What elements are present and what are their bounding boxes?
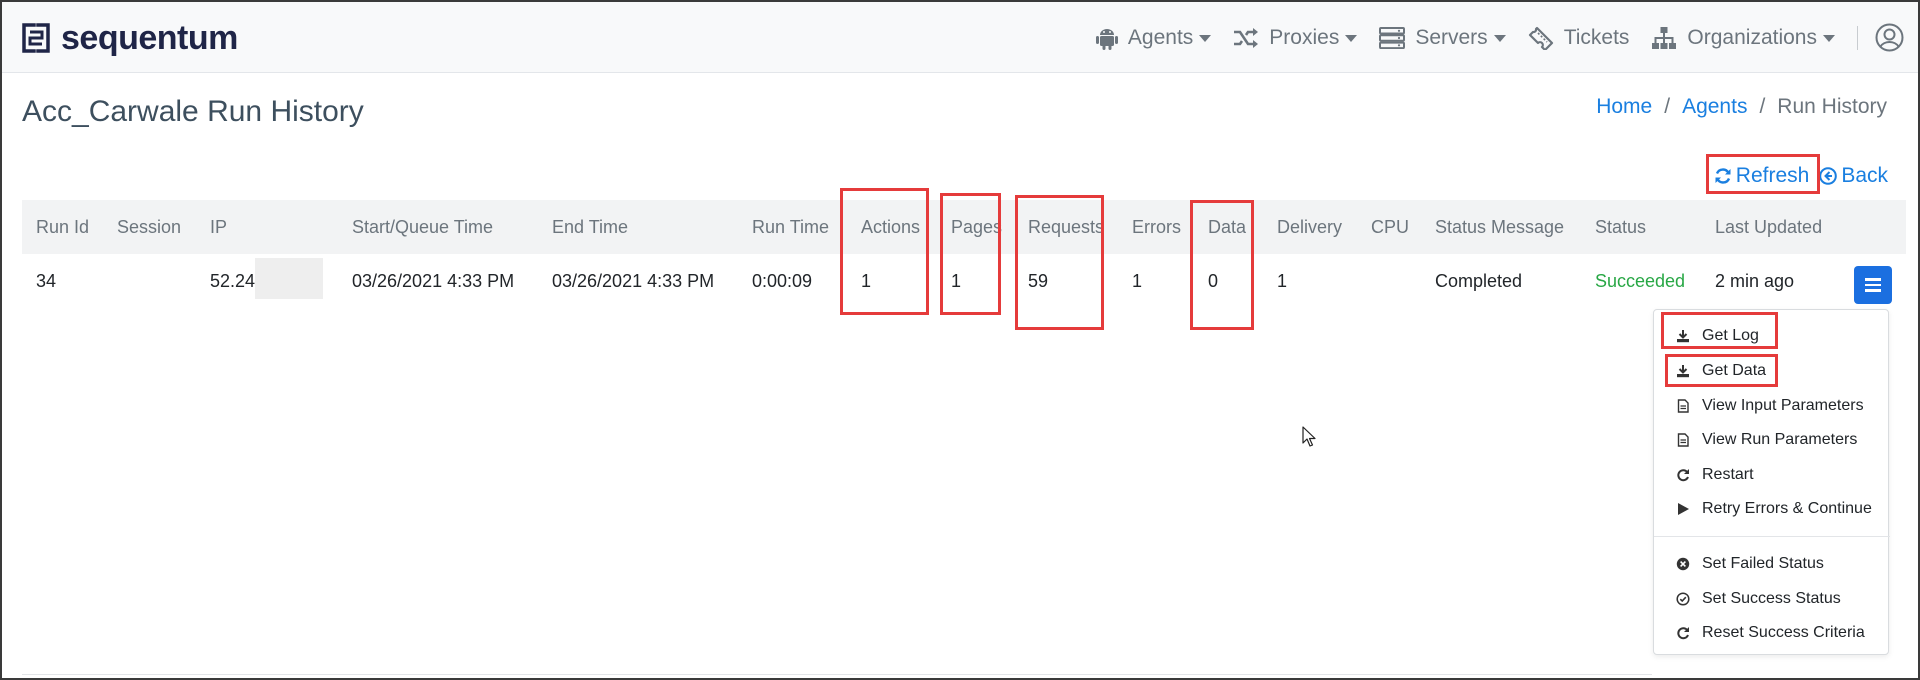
- requests-highlight: [1015, 195, 1104, 330]
- top-navbar: sequentum Agents Proxies Servers Tickets…: [2, 2, 1918, 73]
- menu-view-run-parameters[interactable]: View Run Parameters: [1654, 425, 1890, 455]
- cell-run-time: 0:00:09: [752, 271, 813, 291]
- menu-divider: [1654, 536, 1890, 537]
- cell-end-time: 03/26/2021 4:33 PM: [552, 271, 715, 291]
- user-circle-icon: [1875, 23, 1904, 52]
- nav-organizations[interactable]: Organizations: [1651, 26, 1835, 50]
- sitemap-icon: [1652, 26, 1677, 49]
- menu-reset-success-criteria[interactable]: Reset Success Criteria: [1654, 618, 1890, 648]
- nav-proxies[interactable]: Proxies: [1233, 25, 1358, 50]
- col-cpu[interactable]: CPU: [1371, 200, 1409, 254]
- breadcrumb-current: Run History: [1777, 95, 1887, 118]
- nav-proxies-label: Proxies: [1269, 25, 1340, 49]
- menu-reset-success-criteria-label: Reset Success Criteria: [1702, 624, 1865, 641]
- breadcrumb-agents[interactable]: Agents: [1682, 95, 1747, 119]
- main-nav: Agents Proxies Servers Tickets Organizat…: [1074, 2, 1858, 73]
- col-ip[interactable]: IP: [210, 200, 227, 254]
- user-menu[interactable]: [1875, 23, 1904, 57]
- menu-retry-errors-continue-label: Retry Errors & Continue: [1702, 500, 1872, 517]
- breadcrumb-home[interactable]: Home: [1596, 95, 1652, 119]
- menu-view-input-parameters[interactable]: View Input Parameters: [1654, 391, 1890, 421]
- col-status-message[interactable]: Status Message: [1435, 200, 1564, 254]
- server-icon: [1379, 26, 1406, 49]
- data-highlight: [1190, 200, 1254, 330]
- breadcrumb-separator: /: [1759, 95, 1766, 118]
- chevron-down-icon: [1823, 35, 1835, 42]
- chevron-down-icon: [1199, 35, 1212, 42]
- back-button[interactable]: Back: [1819, 164, 1888, 188]
- cell-errors: 1: [1132, 271, 1143, 291]
- nav-organizations-label: Organizations: [1687, 25, 1817, 49]
- nav-agents-label: Agents: [1127, 25, 1194, 49]
- menu-set-success-status[interactable]: Set Success Status: [1654, 584, 1890, 614]
- hamburger-icon: [1865, 277, 1881, 294]
- menu-restart-label: Restart: [1702, 466, 1754, 483]
- col-end-time[interactable]: End Time: [552, 200, 628, 254]
- file-icon: [1677, 433, 1689, 447]
- brand-name: sequentum: [61, 19, 238, 57]
- back-circle-icon: [1819, 167, 1838, 185]
- mouse-cursor-icon: [1302, 426, 1316, 447]
- restart-icon: [1677, 469, 1689, 482]
- menu-view-run-parameters-label: View Run Parameters: [1702, 431, 1858, 448]
- sequentum-logo-icon: [22, 23, 50, 53]
- menu-restart[interactable]: Restart: [1654, 460, 1890, 490]
- cell-start-time: 03/26/2021 4:33 PM: [352, 271, 515, 291]
- col-status[interactable]: Status: [1595, 200, 1646, 254]
- file-icon: [1677, 399, 1689, 413]
- menu-retry-errors-continue[interactable]: Retry Errors & Continue: [1654, 494, 1890, 524]
- app-window: sequentum Agents Proxies Servers Tickets…: [0, 0, 1920, 680]
- play-icon: [1678, 503, 1689, 515]
- check-circle-icon: [1676, 592, 1690, 606]
- page-title: Acc_Carwale Run History: [22, 95, 364, 128]
- col-session[interactable]: Session: [117, 200, 181, 254]
- nav-servers[interactable]: Servers: [1379, 25, 1506, 50]
- col-errors[interactable]: Errors: [1132, 200, 1181, 254]
- refresh-highlight: [1706, 154, 1820, 194]
- ip-redaction: [255, 258, 323, 299]
- content-bottom-border: [22, 674, 1652, 675]
- nav-agents[interactable]: Agents: [1095, 25, 1212, 50]
- menu-set-failed-status[interactable]: Set Failed Status: [1654, 549, 1890, 579]
- row-actions-menu-button[interactable]: [1854, 266, 1892, 304]
- pages-highlight: [940, 193, 1001, 315]
- actions-highlight: [840, 188, 929, 315]
- col-run-time[interactable]: Run Time: [752, 200, 829, 254]
- breadcrumb-separator: /: [1664, 95, 1671, 118]
- back-label: Back: [1841, 164, 1888, 187]
- chevron-down-icon: [1493, 35, 1506, 42]
- cell-status: Succeeded: [1595, 271, 1686, 291]
- nav-tickets[interactable]: Tickets: [1528, 25, 1630, 50]
- breadcrumb: Home / Agents / Run History: [1596, 95, 1887, 119]
- get-log-highlight: [1661, 312, 1778, 349]
- col-delivery[interactable]: Delivery: [1277, 200, 1342, 254]
- cell-last-updated: 2 min ago: [1715, 271, 1795, 291]
- times-circle-icon: [1676, 557, 1690, 571]
- brand-logo[interactable]: sequentum: [22, 20, 238, 56]
- col-last-updated[interactable]: Last Updated: [1715, 200, 1822, 254]
- menu-set-failed-status-label: Set Failed Status: [1702, 555, 1824, 572]
- cell-run-id: 34: [36, 271, 57, 291]
- shuffle-icon: [1234, 27, 1259, 48]
- col-start-time[interactable]: Start/Queue Time: [352, 200, 493, 254]
- restart-icon: [1677, 627, 1689, 640]
- chevron-down-icon: [1345, 35, 1358, 42]
- cell-status-message: Completed: [1435, 271, 1523, 291]
- ticket-icon: [1528, 26, 1553, 50]
- cell-delivery: 1: [1277, 271, 1288, 291]
- menu-set-success-status-label: Set Success Status: [1702, 590, 1841, 607]
- col-run-id[interactable]: Run Id: [36, 200, 89, 254]
- nav-servers-label: Servers: [1415, 25, 1488, 49]
- android-icon: [1095, 28, 1118, 50]
- get-data-highlight: [1665, 354, 1778, 387]
- nav-tickets-label: Tickets: [1563, 25, 1630, 49]
- nav-divider: [1857, 25, 1858, 50]
- menu-view-input-parameters-label: View Input Parameters: [1702, 397, 1864, 414]
